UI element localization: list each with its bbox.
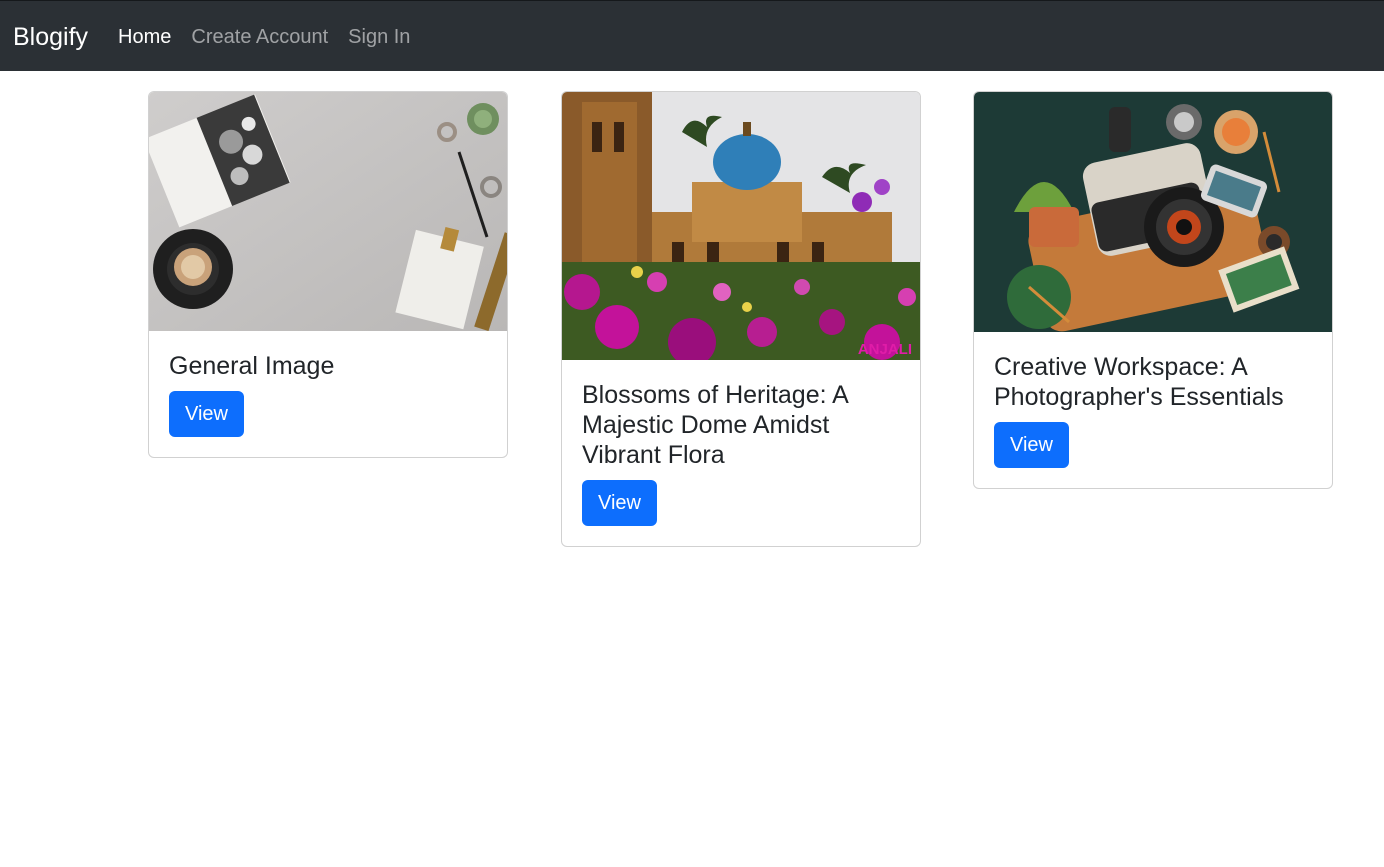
brand-logo[interactable]: Blogify bbox=[13, 21, 88, 52]
post-image-camera-workspace bbox=[974, 92, 1332, 332]
post-card-body: Creative Workspace: A Photographer's Ess… bbox=[974, 332, 1332, 488]
post-card-body: Blossoms of Heritage: A Majestic Dome Am… bbox=[562, 360, 920, 546]
top-navbar: Blogify Home Create Account Sign In bbox=[0, 0, 1384, 71]
view-post-button[interactable]: View bbox=[582, 480, 657, 526]
image-watermark: ANJALI bbox=[858, 341, 912, 358]
post-title: General Image bbox=[169, 352, 335, 380]
nav-link-home[interactable]: Home bbox=[118, 24, 171, 49]
view-post-button[interactable]: View bbox=[169, 391, 244, 437]
post-image-dome-flowers: ANJALI bbox=[562, 92, 920, 360]
nav-link-create-account[interactable]: Create Account bbox=[191, 24, 328, 49]
post-card: General Image View bbox=[148, 91, 508, 458]
post-title: Blossoms of Heritage: A Majestic Dome Am… bbox=[582, 381, 848, 469]
post-card: ANJALI Blossoms of Heritage: A Majestic … bbox=[561, 91, 921, 547]
post-card-body: General Image View bbox=[149, 331, 507, 457]
nav-link-sign-in[interactable]: Sign In bbox=[348, 24, 410, 49]
post-card: Creative Workspace: A Photographer's Ess… bbox=[973, 91, 1333, 489]
post-image-desk-flatlay bbox=[149, 92, 507, 331]
view-post-button[interactable]: View bbox=[994, 422, 1069, 468]
post-title: Creative Workspace: A Photographer's Ess… bbox=[994, 353, 1284, 411]
